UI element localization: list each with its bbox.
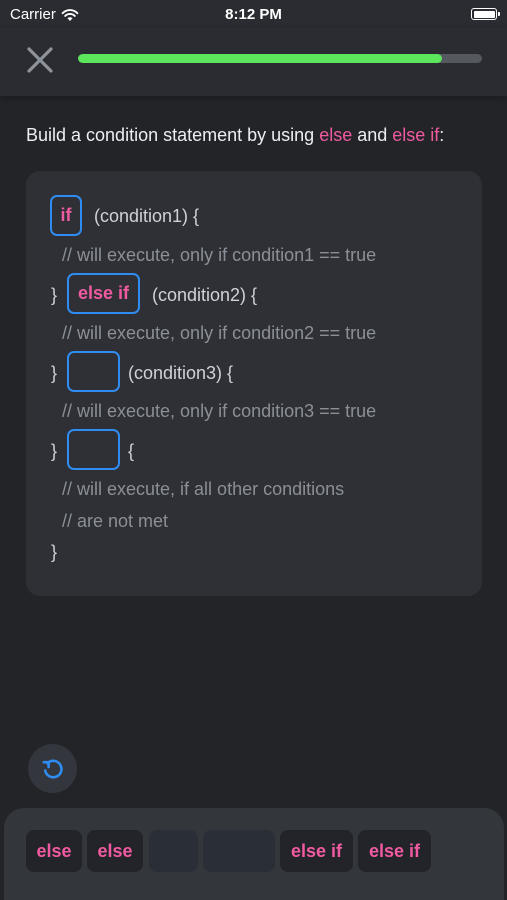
lesson-header [0, 28, 507, 96]
code-brace-4: } [51, 441, 58, 461]
close-icon[interactable] [24, 44, 56, 76]
code-brace-2: } [51, 285, 58, 305]
undo-icon [42, 759, 63, 779]
reset-button[interactable] [28, 744, 77, 793]
code-comment-1: // will execute, only if condition1 == t… [62, 245, 377, 265]
code-slot-1[interactable]: if [50, 195, 82, 236]
answer-options-tray: else else else if else if [4, 808, 504, 900]
question-text: Build a condition statement by using els… [26, 124, 486, 146]
code-comment-4b: // are not met [62, 511, 169, 531]
code-comment-2: // will execute, only if condition2 == t… [62, 323, 377, 343]
code-line-3: (condition3) { [128, 363, 234, 383]
question-prefix: Build a condition statement by using [26, 125, 320, 145]
code-line-1: (condition1) { [94, 206, 200, 226]
option-chip-empty [203, 830, 275, 872]
code-comment-3: // will execute, only if condition3 == t… [62, 401, 377, 421]
status-bar: Carrier 8:12 PM [0, 0, 507, 28]
question-keyword-else: else [319, 125, 353, 145]
code-brace-3: } [51, 363, 58, 383]
clock: 8:12 PM [225, 6, 282, 23]
option-chip-empty [149, 830, 198, 872]
code-closing-brace: } [51, 542, 58, 562]
code-line-4: { [128, 441, 135, 461]
option-chip[interactable]: else [26, 830, 82, 872]
code-slot-4[interactable] [67, 429, 120, 470]
progress-fill [78, 54, 442, 63]
code-slot-2[interactable]: else if [67, 273, 140, 314]
question-keyword-else-if: else if [392, 125, 440, 145]
option-chip[interactable]: else [87, 830, 143, 872]
question-middle: and [352, 125, 393, 145]
option-chip[interactable]: else if [358, 830, 431, 872]
code-card: if (condition1) { // will execute, only … [26, 171, 482, 596]
code-slot-3[interactable] [67, 351, 120, 392]
option-chip[interactable]: else if [280, 830, 353, 872]
code-comment-4a: // will execute, if all other conditions [62, 479, 345, 499]
progress-bar [78, 54, 482, 63]
code-line-2: (condition2) { [152, 285, 258, 305]
question-suffix: : [439, 125, 445, 145]
battery-icon [471, 8, 500, 20]
